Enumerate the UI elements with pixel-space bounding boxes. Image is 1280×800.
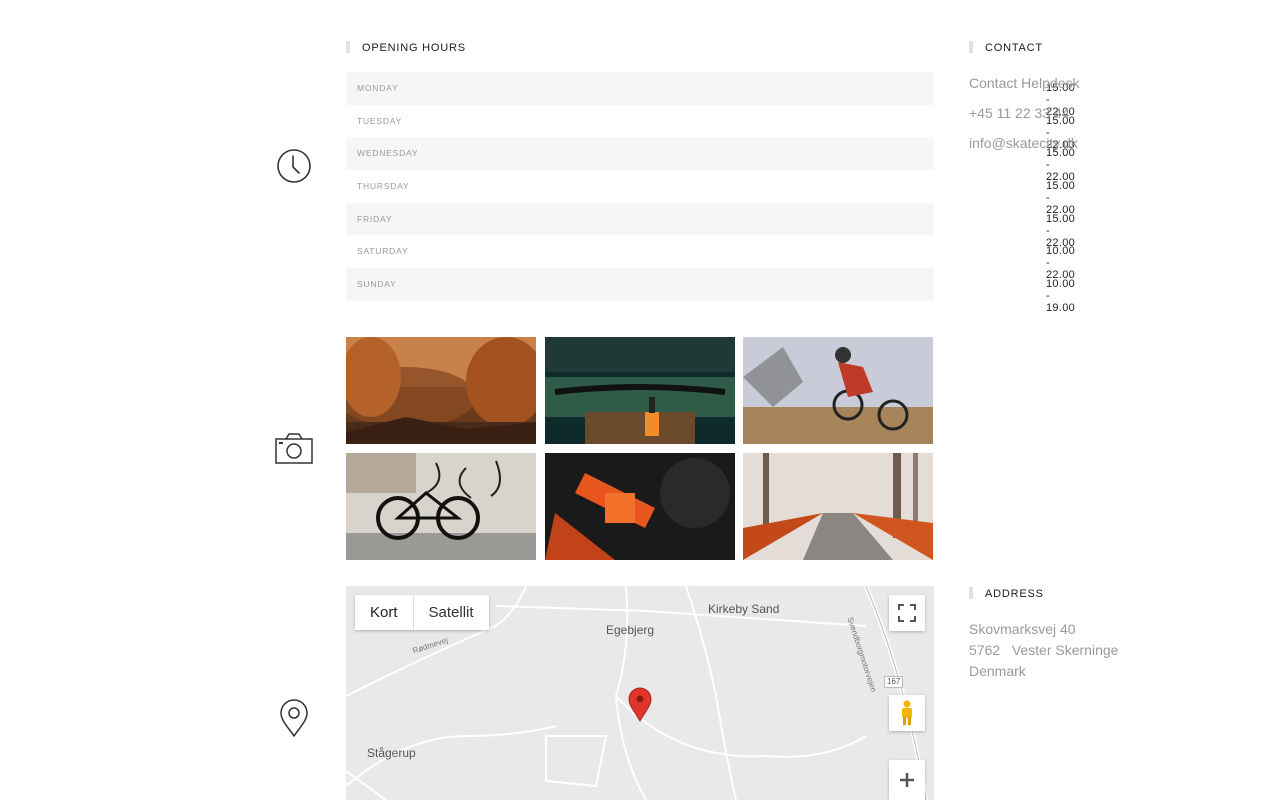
address-country: Denmark [969,663,1026,679]
hours-day: THURSDAY [357,181,410,192]
hours-day: MONDAY [357,83,399,93]
address-city: 5762 Vester Skerninge [969,642,1119,658]
road-shield: 167 [884,676,904,688]
hours-row: SATURDAY 10.00 - 22.00 [346,235,1075,281]
hours-time: 10.00 - 19.00 [1046,278,1076,315]
contact-email[interactable]: info@skatecity.dk [969,133,1078,154]
address-street: Skovmarksvej 40 [969,621,1076,637]
hours-day: SUNDAY [357,279,397,290]
map-place-label: Kirkeby Sand [708,602,780,616]
hours-day: SATURDAY [357,246,409,257]
hours-day: WEDNESDAY [357,148,419,159]
map-marker-icon[interactable] [627,686,653,723]
gallery-photo-rider[interactable] [743,337,933,444]
hours-time: 10.00 - 22.00 [1046,245,1076,282]
contact-title: CONTACT [969,41,1043,54]
contact-helpdesk-link[interactable]: Contact Helpdesk [969,73,1080,94]
gallery-photo-autumn-path[interactable] [743,453,933,560]
hours-row: WEDNESDAY 15.00 - 22.00 [346,137,1075,183]
hours-time: 15.00 - 22.00 [1046,180,1076,217]
hours-day: FRIDAY [357,213,393,224]
map-type-map-button[interactable]: Kort [355,595,414,630]
zoom-in-button[interactable] [889,760,925,800]
hours-day: TUESDAY [357,115,403,126]
hours-row: MONDAY 15.00 - 22.00 [346,72,1075,118]
address-title: ADDRESS [969,587,1044,600]
hours-row: THURSDAY 15.00 - 22.00 [346,170,1075,216]
camera-icon [274,430,314,470]
gallery-photo-handlebar[interactable] [545,337,735,444]
map-place-label: Egebjerg [606,623,655,637]
opening-hours-title: OPENING HOURS [346,41,466,54]
hours-row: SUNDAY 10.00 - 19.00 [346,268,1075,314]
map-type-satellite-button[interactable]: Satellit [414,595,489,630]
hours-row: TUESDAY 15.00 - 22.00 [346,105,1075,151]
gallery-photo-orange-fork[interactable] [545,453,735,560]
opening-hours-table: MONDAY 15.00 - 22.00 TUESDAY 15.00 - 22.… [346,72,1075,314]
fullscreen-icon[interactable] [889,595,925,631]
gallery-photo-bike-wall[interactable] [346,453,536,560]
hours-time: 15.00 - 22.00 [1046,212,1076,249]
street-view-pegman-icon[interactable] [889,695,925,731]
map-place-label: Stågerup [367,746,416,760]
map-type-toggle: Kort Satellit [355,595,489,630]
map-pin-icon [274,698,314,738]
hours-row: FRIDAY 15.00 - 22.00 [346,202,1075,249]
clock-icon [274,146,314,186]
gallery-photo-forest-jump[interactable] [346,337,536,444]
contact-phone[interactable]: +45 11 22 33 44 [969,103,1070,124]
location-map[interactable]: Kort Satellit Kirkeby Sand Egebjerg Ståg… [346,586,934,800]
